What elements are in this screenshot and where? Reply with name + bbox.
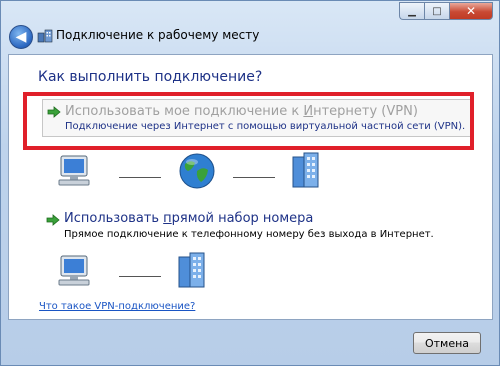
- computer-icon: [58, 155, 90, 186]
- wizard-window: ▁ □ ✕ ◀ Подключение к рабочему месту Как…: [0, 0, 500, 366]
- page-heading: Как выполнить подключение?: [38, 69, 263, 85]
- diagram-connector: [119, 177, 161, 178]
- green-arrow-icon: [46, 214, 60, 226]
- computer-icon: [58, 255, 90, 286]
- window-title: Подключение к рабочему месту: [56, 28, 260, 42]
- diagram-connector: [233, 177, 275, 178]
- caption-buttons: ▁ □ ✕: [399, 2, 493, 20]
- back-button[interactable]: ◀: [9, 25, 33, 49]
- building-icon: [292, 152, 319, 188]
- network-icon: [37, 29, 53, 43]
- highlight-box: [23, 92, 474, 150]
- dialup-option[interactable]: Использовать прямой набор номера Прямое …: [42, 211, 472, 245]
- close-button[interactable]: ✕: [449, 2, 493, 20]
- minimize-button[interactable]: ▁: [399, 2, 424, 20]
- vpn-help-link[interactable]: Что такое VPN-подключение?: [39, 301, 195, 312]
- dialup-option-title: Использовать прямой набор номера: [64, 211, 314, 226]
- cancel-button[interactable]: Отмена: [413, 332, 481, 354]
- globe-icon: [179, 153, 215, 189]
- maximize-button[interactable]: □: [424, 2, 449, 20]
- back-arrow-icon: ◀: [15, 29, 27, 45]
- diagram-connector: [119, 276, 161, 277]
- dialup-option-description: Прямое подключение к телефонному номеру …: [64, 229, 434, 240]
- building-icon: [178, 252, 205, 288]
